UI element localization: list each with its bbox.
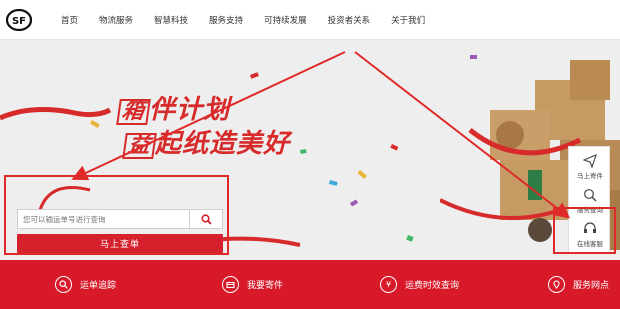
slogan-line-2: 起纸造美好 [155,129,291,159]
location-icon [548,275,565,293]
slogan-line-1: 伴计划 [149,95,231,125]
package-icon [222,275,239,293]
search-icon [584,189,597,202]
nav-smart-tech[interactable]: 智慧科技 [154,14,188,26]
annotation-box-online-service [553,207,616,254]
service-waybill-tracking[interactable]: 运单追踪 [55,274,116,294]
side-item-send[interactable]: 马上寄件 [569,150,611,184]
nav-home[interactable]: 首页 [61,14,78,26]
service-bar: 运单追踪 我要寄件 ¥ 运费时效查询 服务网点 [0,260,620,309]
svg-text:SF: SF [12,16,26,27]
service-freight-query[interactable]: ¥ 运费时效查询 [380,274,459,294]
service-freight-query-label: 运费时效查询 [405,280,460,291]
top-header: SF 首页 物流服务 智慧科技 服务支持 可持续发展 投资者关系 关于我们 [0,0,620,40]
service-send-package[interactable]: 我要寄件 [222,274,283,294]
side-item-send-label: 马上寄件 [577,172,603,180]
paper-plane-icon [583,154,597,168]
sf-logo[interactable]: SF [6,9,32,31]
service-waybill-tracking-label: 运单追踪 [80,280,117,291]
nav-investor-relations[interactable]: 投资者关系 [328,14,371,26]
nav-service-support[interactable]: 服务支持 [209,14,243,26]
service-outlets-label: 服务网点 [573,280,610,291]
annotation-box-query [4,175,229,255]
campaign-slogan: 箱伴计划 益起纸造美好 [116,95,291,159]
slogan-box-1: 箱 [116,99,151,125]
service-send-package-label: 我要寄件 [247,280,284,291]
service-outlets[interactable]: 服务网点 [548,274,609,294]
main-nav: 首页 物流服务 智慧科技 服务支持 可持续发展 投资者关系 关于我们 [52,0,446,40]
nav-sustainability[interactable]: 可持续发展 [264,14,307,26]
nav-logistics-services[interactable]: 物流服务 [99,14,133,26]
yen-icon: ¥ [380,275,397,293]
search-icon [55,275,72,293]
slogan-box-2: 益 [122,133,157,159]
nav-about-us[interactable]: 关于我们 [391,14,425,26]
